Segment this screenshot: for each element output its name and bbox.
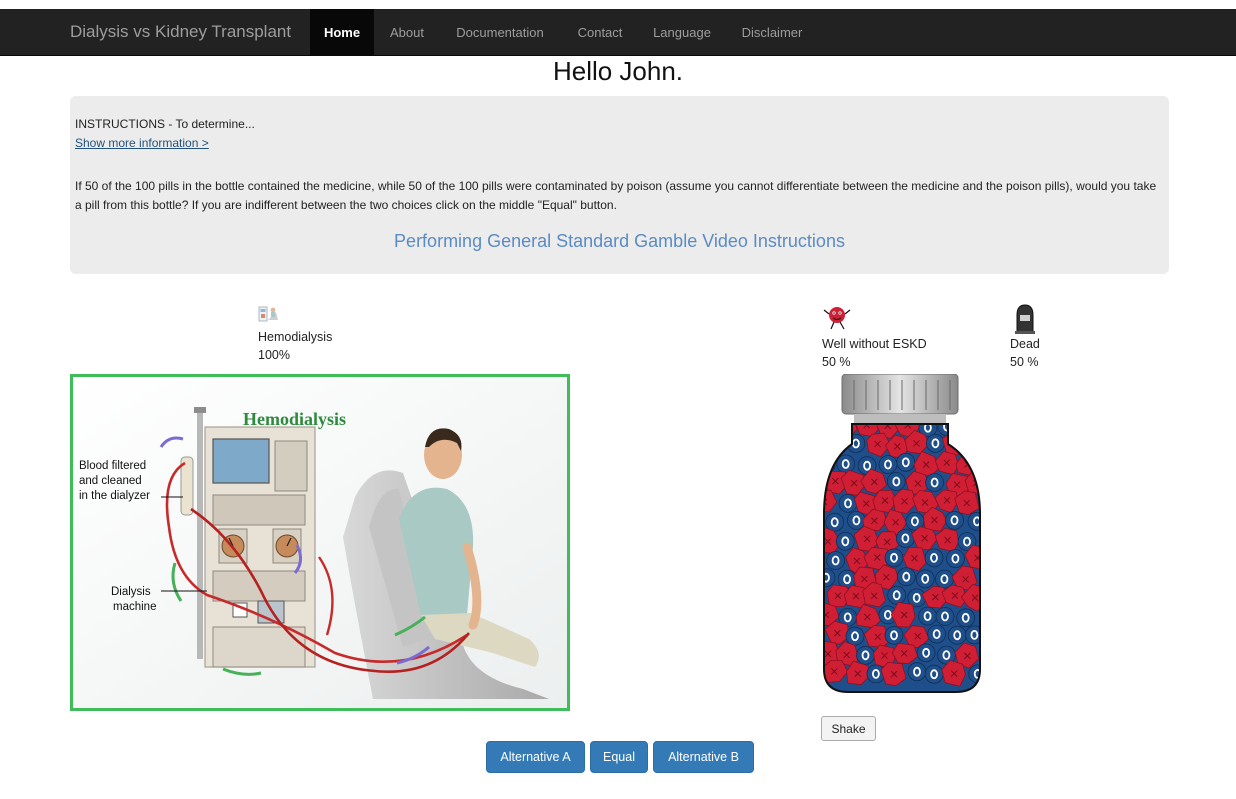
pill-bottle [820,373,985,696]
medicine-pill [915,569,935,589]
svg-text:in the dialyzer: in the dialyzer [79,490,150,502]
option-b-bad-name: Dead [1010,337,1040,351]
medicine-pill-mark [824,461,830,471]
nav-language[interactable]: Language [642,9,722,56]
medicine-pill [925,473,944,492]
svg-text:and cleaned: and cleaned [79,475,142,487]
svg-text:Dialysis: Dialysis [111,586,151,598]
medicine-pill [856,645,875,665]
navbar: Dialysis vs Kidney Transplant Home About… [0,9,1236,56]
medicine-pill [826,551,846,570]
nav-disclaimer[interactable]: Disclaimer [730,9,814,56]
instructions-panel: INSTRUCTIONS - To determine... Show more… [70,96,1169,274]
medicine-pill [887,585,907,605]
nav-contact[interactable]: Contact [566,9,634,56]
medicine-pill [916,643,936,663]
show-more-link[interactable]: Show more information > [75,136,209,150]
medicine-pill [896,567,916,587]
video-instructions-link[interactable]: Performing General Standard Gamble Video… [70,231,1169,252]
medicine-pill [947,625,967,645]
nav-home[interactable]: Home [310,9,374,56]
greeting-heading: Hello John. [552,56,684,86]
tombstone-icon [1014,303,1036,335]
medicine-pill-mark [972,441,980,452]
svg-text:Blood filtered: Blood filtered [79,460,146,472]
medicine-pill [918,606,937,626]
option-b-bad-percent: 50 % [1010,355,1039,369]
medicine-pill [935,606,955,626]
hemodialysis-illustration: Hemodialysis Blood filtered and cleaned … [70,374,570,711]
nav-about[interactable]: About [378,9,436,56]
poison-pill [832,424,858,438]
illustration-title: Hemodialysis [243,409,346,429]
medicine-pill [967,511,980,531]
navbar-brand[interactable]: Dialysis vs Kidney Transplant [70,22,291,42]
healthy-figure-icon [822,305,852,331]
nav-documentation[interactable]: Documentation [444,9,556,56]
medicine-pill [945,549,965,569]
medicine-pill [926,433,945,453]
medicine-pill [884,625,904,645]
option-b-good-percent: 50 % [822,355,851,369]
alternative-b-button[interactable]: Alternative B [653,741,754,773]
option-a-percent: 100% [258,348,290,362]
hemodialysis-icon [258,304,280,324]
medicine-pill [924,548,944,568]
svg-text:machine: machine [113,601,156,613]
medicine-pill [945,510,964,530]
medicine-pill [835,531,855,551]
option-b-good-name: Well without ESKD [822,337,927,351]
medicine-pill [896,528,915,548]
poison-pill-mark [960,424,968,429]
equal-button[interactable]: Equal [590,741,648,773]
medicine-pill [845,626,865,646]
medicine-pill [838,493,858,513]
shake-button[interactable]: Shake [821,716,876,741]
medicine-pill [966,437,980,456]
alternative-a-button[interactable]: Alternative A [486,741,585,773]
poison-pill-mark [950,439,958,447]
medicine-pill [907,662,927,682]
medicine-pill [956,608,976,628]
medicine-pill [924,664,944,684]
medicine-pill [824,568,836,588]
medicine-pill [884,548,904,568]
medicine-pill-mark [831,441,840,452]
option-a-name: Hemodialysis [258,330,333,344]
poison-pill [824,424,839,438]
medicine-pill [825,512,845,532]
medicine-pill [846,434,866,453]
poison-pill-mark [824,424,830,430]
poison-pill [951,424,977,439]
poison-pill-mark [841,424,849,431]
medicine-pill [878,455,898,474]
medicine-pill [886,472,906,491]
medicine-pill [896,452,916,472]
question-text: If 50 of the 100 pills in the bottle con… [75,179,1157,212]
instructions-text: INSTRUCTIONS - To determine... [75,117,255,131]
medicine-pill [968,664,980,684]
medicine-pill [927,624,947,644]
